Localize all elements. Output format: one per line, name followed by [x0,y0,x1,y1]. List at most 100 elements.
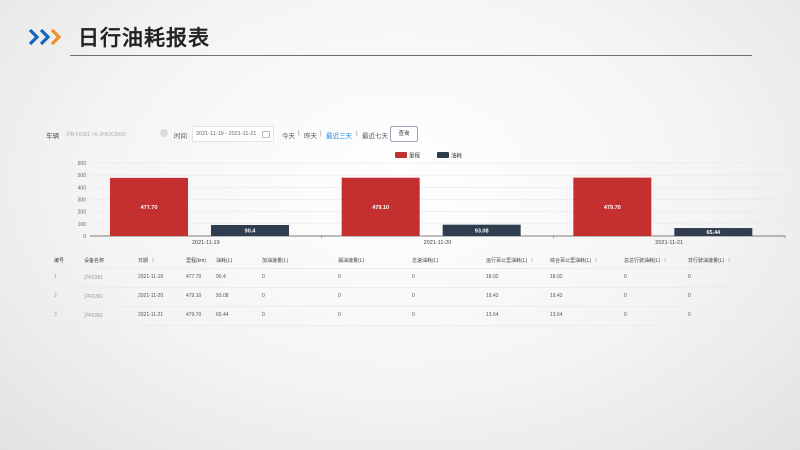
bar-value-label: 65.44 [706,230,721,236]
header: 日行油耗报表 [0,0,800,60]
table-cell: 2021-11-21 [138,312,164,318]
y-tick-label: 500 [78,173,87,179]
table-cell: 0 [624,293,627,299]
legend-swatch [395,152,407,158]
y-tick-label: 200 [78,210,87,216]
column-header-label: 设备名称 [84,258,105,264]
table-cell: 0 [688,312,691,318]
table-cell: 0 [338,312,341,318]
table-row[interactable]: 2 沪F6361 2021-11-20 479.10 93.08 0 0 0 19.42 19.4… [50,288,750,307]
vehicle-select[interactable]: 沪B·F6361 / A·2FB2C0000 [66,131,126,138]
column-header-label: 漏油速量(L) [338,258,365,264]
table-cell: 沪F6361 [84,275,104,281]
table-cell: 13.64 [550,312,563,318]
table-cell: 19.42 [550,293,563,299]
table-cell: 0 [338,293,341,299]
bar-value-label: 93.08 [475,228,489,234]
calendar-icon[interactable] [262,131,270,138]
column-header[interactable]: 综合百公里油耗(L) ⇕ [550,257,598,264]
table-cell: 0 [262,312,265,318]
column-header: 怠速油耗(L) [412,257,438,264]
table-cell: 0 [412,274,415,280]
column-header: 漏油速量(L) [338,257,364,264]
table-cell: 2 [54,293,57,299]
table-row[interactable]: 3 沪F6361 2021-11-21 479.70 65.44 0 0 0 13.64 13.6… [50,307,750,326]
fuel-report-table: 编号 设备名称 日期 ⇕ 里程(km) 油耗(L) 加油速量(L) 漏油速量(L) 怠速油耗(L… [50,254,750,326]
table-cell: 3 [54,312,57,318]
table-cell: 0 [338,274,341,280]
column-header: 油耗(L) [216,257,232,264]
legend-label: 里程 [409,152,421,160]
y-tick-label: 100 [78,222,87,228]
y-tick-label: 0 [83,234,86,240]
column-header[interactable]: 非行驶油速量(L) ⇕ [688,257,731,264]
vehicle-label: 车辆 [46,133,59,140]
x-tick-label: 2021-11-20 [424,240,452,246]
legend-label: 油耗 [451,152,463,160]
table-cell: 1 [54,274,57,280]
table-cell: 479.10 [186,293,202,299]
quick-today[interactable]: 今天 [282,130,295,140]
sort-icon[interactable]: ⇕ [727,258,731,264]
table-cell: 13.64 [486,312,499,318]
table-cell: 477.70 [186,274,202,280]
sort-icon[interactable]: ⇕ [530,258,534,264]
table-cell: 0 [262,274,265,280]
bar-value-label: 479.70 [604,205,621,211]
table-cell: 0 [688,293,691,299]
quick-last-7-days[interactable]: 最近七天 [362,130,388,140]
column-header-label: 油耗(L) [216,258,233,264]
table-cell: 2021-11-19 [138,274,164,280]
mileage-fuel-bar-chart: 里程 油耗 0 100 200 300 400 500 600 477.70 90.4 2021-11… [78,152,786,246]
quick-separator: | [356,130,358,137]
table-cell: 0 [624,274,627,280]
column-header-label: 编号 [54,258,65,264]
clear-icon[interactable] [160,129,168,137]
bar-value-label: 90.4 [245,229,257,235]
filter-bar: 车辆 沪B·F6361 / A·2FB2C0000 时间 2021-11-19 … [0,126,800,144]
table-cell: 18.92 [550,274,563,280]
date-range-input[interactable]: 2021-11-19 - 2021-11-21 [192,126,274,142]
time-label: 时间 [174,133,187,140]
y-tick-label: 600 [78,161,87,167]
column-header-label: 里程(km) [186,258,206,264]
bar-value-label: 479.10 [372,205,389,211]
table-cell: 93.08 [216,293,229,299]
table-cell: 2021-11-20 [138,293,164,299]
table-cell: 65.44 [216,312,229,318]
query-button[interactable]: 查询 [390,126,418,142]
column-header-label: 运行百公里油耗(L) [486,258,528,264]
table-cell: 0 [624,312,627,318]
y-tick-label: 300 [78,198,87,204]
table-header-row: 编号 设备名称 日期 ⇕ 里程(km) 油耗(L) 加油速量(L) 漏油速量(L) 怠速油耗(L… [50,254,750,269]
sort-icon[interactable]: ⇕ [663,258,667,264]
sort-icon[interactable]: ⇕ [594,258,598,264]
chevrons-logo-icon [28,28,62,46]
page-title: 日行油耗报表 [78,27,210,50]
column-header[interactable]: 运行百公里油耗(L) ⇕ [486,257,534,264]
column-header-label: 加油速量(L) [262,258,289,264]
column-header[interactable]: 日期 ⇕ [138,257,155,264]
title-divider [70,55,752,56]
table-cell: 0 [262,293,265,299]
y-tick-label: 400 [78,185,87,191]
table-cell: 沪F6361 [84,313,104,319]
table-cell: 19.42 [486,293,499,299]
bar-value-label: 477.70 [141,205,158,211]
quick-yesterday[interactable]: 昨天 [304,130,317,140]
column-header-label: 综合百公里油耗(L) [550,258,592,264]
column-header: 加油速量(L) [262,257,288,264]
table-cell: 0 [412,312,415,318]
table-cell: 90.4 [216,274,226,280]
sort-icon[interactable]: ⇕ [151,258,155,264]
quick-last-3-days[interactable]: 最近三天 [326,130,352,140]
legend-swatch [437,152,449,158]
quick-separator: | [320,130,322,137]
table-cell: 18.92 [486,274,499,280]
column-header-label: 怠速油耗(L) [412,258,439,264]
column-header-label: 日期 [138,258,149,264]
column-header: 编号 [54,257,64,264]
column-header[interactable]: 总怠行驶油耗(L) ⇕ [624,257,667,264]
table-row[interactable]: 1 沪F6361 2021-11-19 477.70 90.4 0 0 0 18.92 18.92… [50,269,750,288]
table-cell: 0 [688,274,691,280]
